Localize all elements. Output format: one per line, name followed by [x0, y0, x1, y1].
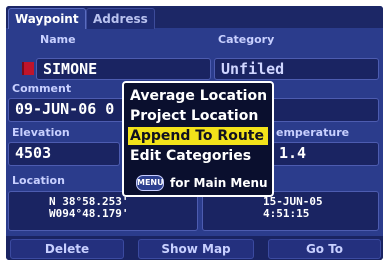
menu-footer: MENU for Main Menu — [136, 175, 268, 191]
menu-item-edit-categories[interactable]: Edit Categories — [130, 147, 268, 165]
elevation-label: Elevation — [12, 126, 70, 139]
delete-button[interactable]: Delete — [10, 239, 124, 259]
menu-button-icon: MENU — [136, 175, 164, 191]
category-field[interactable]: Unfiled — [214, 58, 379, 80]
show-map-button[interactable]: Show Map — [138, 239, 254, 259]
comment-label: Comment — [12, 82, 72, 95]
gps-waypoint-screen: Waypoint Address Name SIMONE Category Un… — [6, 6, 383, 260]
temperature-label: emperature — [276, 126, 350, 139]
name-field[interactable]: SIMONE — [36, 58, 211, 80]
menu-item-project-location[interactable]: Project Location — [130, 107, 268, 125]
elevation-field[interactable]: 4503 — [8, 142, 120, 166]
flag-icon — [22, 62, 34, 75]
bottom-button-bar: Delete Show Map Go To — [6, 236, 383, 260]
time-value: 4:51:15 — [263, 207, 310, 220]
options-menu: Average Location Project Location Append… — [122, 81, 274, 197]
go-to-button[interactable]: Go To — [268, 239, 381, 259]
category-label: Category — [218, 33, 275, 46]
menu-item-average-location[interactable]: Average Location — [130, 87, 268, 105]
longitude-value: W094°48.179' — [49, 207, 129, 220]
tab-waypoint[interactable]: Waypoint — [8, 8, 86, 29]
name-label: Name — [40, 33, 76, 46]
datetime-field[interactable]: 15-JUN-05 4:51:15 — [202, 191, 379, 231]
temperature-field[interactable]: 1.4 — [272, 142, 379, 166]
menu-footer-text: for Main Menu — [170, 176, 268, 190]
tab-bar: Waypoint Address — [6, 6, 383, 29]
location-field[interactable]: N 38°58.253' W094°48.179' — [8, 191, 198, 231]
menu-item-append-to-route[interactable]: Append To Route — [128, 127, 268, 145]
location-label: Location — [12, 174, 65, 187]
tab-address[interactable]: Address — [86, 8, 155, 29]
